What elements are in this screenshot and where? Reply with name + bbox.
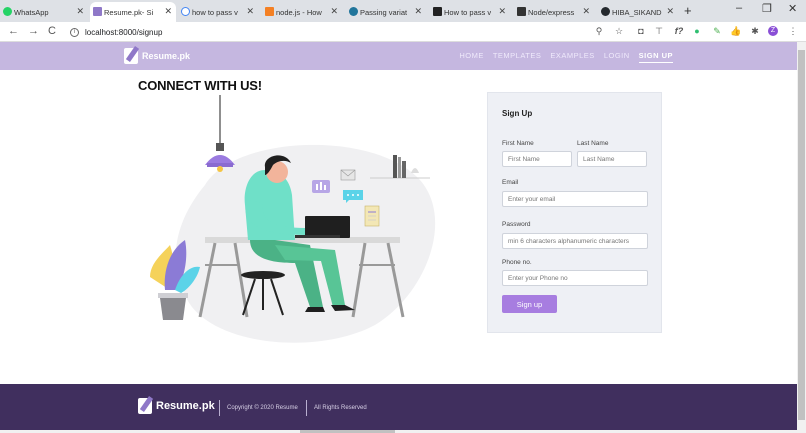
text-icon[interactable]: ⊤ [654,26,664,36]
footer-divider [219,400,220,416]
close-window-button[interactable]: ✕ [788,2,797,15]
signup-form-card: Sign Up First Name Last Name First Name … [487,92,662,333]
menu-home[interactable]: HOME [459,51,484,63]
whatsapp-icon [3,7,12,16]
thumbs-up-icon[interactable]: 👍 [730,26,741,36]
close-tab-icon[interactable]: ✕ [330,6,338,17]
close-tab-icon[interactable]: ✕ [666,6,674,17]
tab-whatsapp[interactable]: WhatsApp ✕ [0,2,88,22]
search-icon[interactable]: ⚲ [594,26,604,36]
close-tab-icon[interactable]: ✕ [246,6,254,17]
phone-field[interactable]: Enter your Phone no [502,270,648,286]
stackoverflow-icon [265,7,274,16]
tab-passing-variables[interactable]: Passing variat ✕ [346,2,426,22]
main-menu: HOME TEMPLATES EXAMPLES LOGIN SIGN UP [459,51,673,63]
feather-logo-icon [124,48,138,64]
formula-icon[interactable]: f? [672,26,686,36]
site-logo[interactable]: Resume.pk [124,48,190,64]
back-icon[interactable]: ← [8,25,19,37]
maximize-button[interactable]: ❐ [762,2,772,15]
menu-signup[interactable]: SIGN UP [638,51,673,63]
r-icon [433,7,442,16]
url-field[interactable]: i localhost:8000/signup [70,25,162,39]
star-icon[interactable]: ☆ [614,26,624,36]
github-icon [601,7,610,16]
close-tab-icon[interactable]: ✕ [414,6,422,17]
tab-node-express[interactable]: Node/express ✕ [514,2,594,22]
tab-how-to-pass-1[interactable]: how to pass v ✕ [178,2,258,22]
menu-login[interactable]: LOGIN [604,51,630,63]
email-label: Email [502,179,519,186]
close-tab-icon[interactable]: ✕ [76,6,84,17]
close-tab-icon[interactable]: ✕ [164,6,172,17]
new-tab-button[interactable]: + [684,3,692,18]
phone-label: Phone no. [502,259,532,266]
password-field[interactable]: min 6 characters alphanumeric characters [502,233,648,249]
signup-title: Sign Up [502,109,533,118]
workspace-illustration [150,95,436,343]
email-field[interactable]: Enter your email [502,191,648,207]
address-bar: ← → C i localhost:8000/signup ⚲ ☆ ◘ ⊤ f?… [0,22,806,42]
close-tab-icon[interactable]: ✕ [582,6,590,17]
site-info-icon[interactable]: i [70,27,79,37]
tab-how-to-pass-2[interactable]: How to pass v ✕ [430,2,510,22]
scrollbar-thumb[interactable] [798,50,805,420]
bolt-icon [517,7,526,16]
profile-avatar[interactable]: Z [768,26,778,36]
wordpress-icon [349,7,358,16]
last-name-field[interactable]: Last Name [577,151,647,167]
puzzle-icon[interactable]: ✱ [750,26,760,36]
password-label: Password [502,221,531,228]
site-footer: Resume.pk Copyright © 2020 Resume All Ri… [0,384,797,430]
pen-icon[interactable]: ✎ [712,26,722,36]
menu-examples[interactable]: EXAMPLES [550,51,594,63]
google-icon [181,7,190,16]
browser-tab-strip: WhatsApp ✕ Resume.pk- Si ✕ how to pass v… [0,0,806,22]
url-text: localhost:8000/signup [85,27,163,37]
tab-nodejs[interactable]: node.js - How ✕ [262,2,342,22]
feather-logo-icon [138,398,152,414]
last-name-label: Last Name [577,140,609,147]
footer-logo[interactable]: Resume.pk [138,398,215,414]
tab-github[interactable]: HIBA_SIKAND ✕ [598,2,678,22]
first-name-label: First Name [502,140,534,147]
vertical-scrollbar[interactable] [797,42,806,433]
forward-icon[interactable]: → [28,25,39,37]
tab-resume-signup[interactable]: Resume.pk- Si ✕ [90,2,176,22]
footer-rights: All Rights Reserved [314,405,367,411]
feather-icon [93,7,102,16]
site-navbar: Resume.pk HOME TEMPLATES EXAMPLES LOGIN … [0,42,797,70]
page-heading: CONNECT WITH US! [138,78,262,93]
signup-submit-button[interactable]: Sign up [502,295,557,313]
grammarly-icon[interactable]: ● [692,26,702,36]
footer-copyright: Copyright © 2020 Resume [227,405,298,411]
reload-icon[interactable]: C [48,25,56,37]
footer-divider [306,400,307,416]
close-tab-icon[interactable]: ✕ [498,6,506,17]
minimize-button[interactable]: – [736,2,742,14]
first-name-field[interactable]: First Name [502,151,572,167]
menu-kebab-icon[interactable]: ⋮ [788,26,798,36]
menu-templates[interactable]: TEMPLATES [493,51,542,63]
camera-icon[interactable]: ◘ [636,26,646,36]
